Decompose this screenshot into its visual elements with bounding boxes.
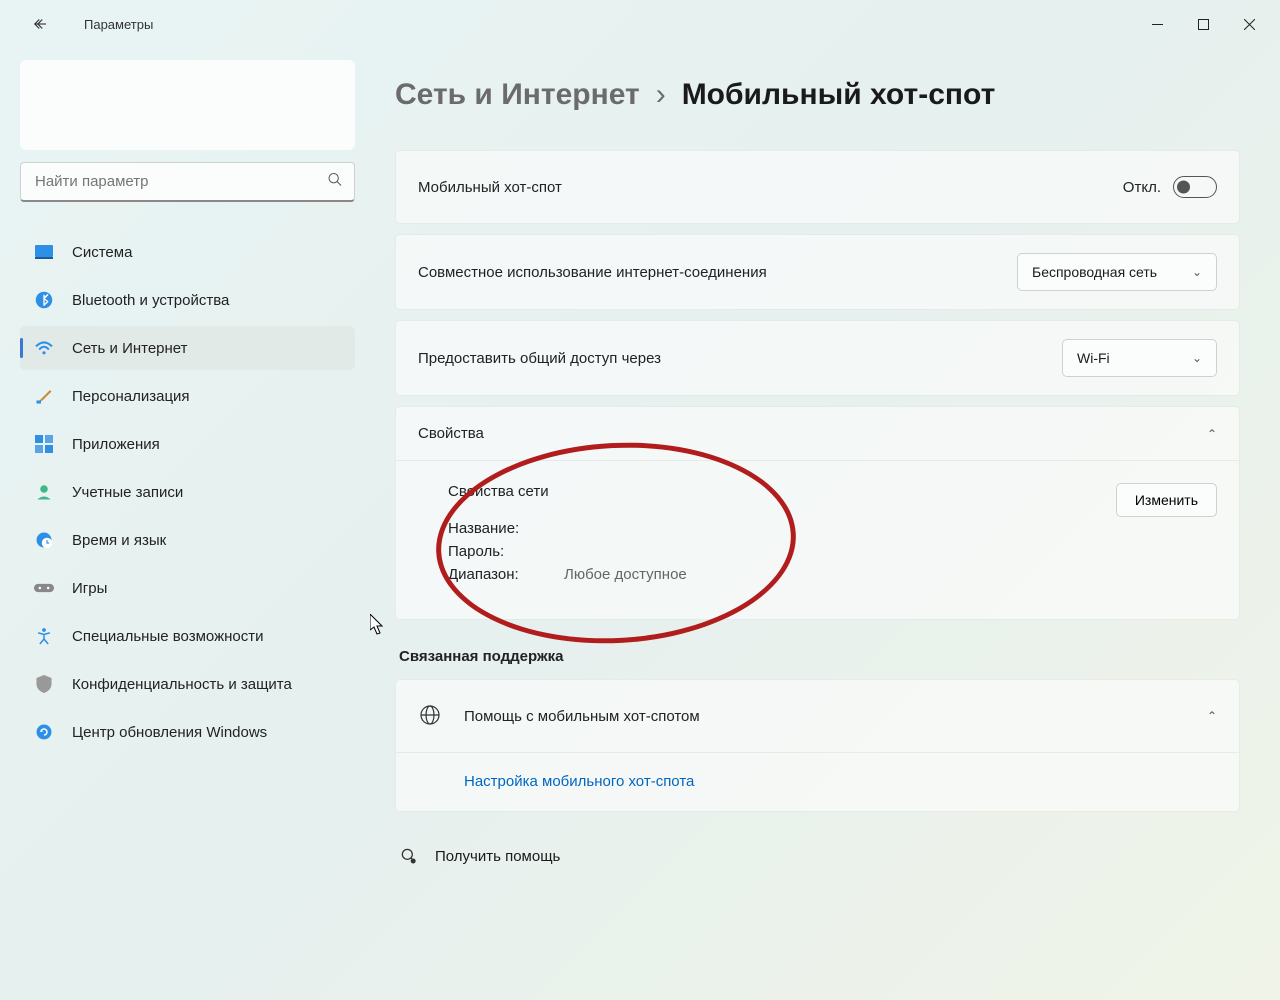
back-button[interactable] — [20, 4, 60, 44]
gamepad-icon — [34, 578, 54, 598]
bluetooth-icon — [34, 290, 54, 310]
share-over-label: Предоставить общий доступ через — [418, 350, 661, 367]
nav-item-time-language[interactable]: Время и язык — [20, 518, 355, 562]
share-from-dropdown[interactable]: Беспроводная сеть ⌄ — [1017, 253, 1217, 291]
content: Сеть и Интернет › Мобильный хот-спот Моб… — [375, 48, 1280, 1000]
cursor-icon — [375, 614, 386, 636]
property-row-name: Название: — [448, 520, 687, 537]
nav-item-accounts[interactable]: Учетные записи — [20, 470, 355, 514]
help-title: Помощь с мобильным хот-спотом — [464, 708, 700, 725]
chevron-down-icon: ⌄ — [1192, 351, 1202, 365]
close-button[interactable] — [1226, 8, 1272, 40]
nav-label: Сеть и Интернет — [72, 340, 188, 357]
help-link[interactable]: Настройка мобильного хот-спота — [464, 773, 694, 790]
maximize-icon — [1198, 19, 1209, 30]
close-icon — [1244, 19, 1255, 30]
dropdown-value: Wi-Fi — [1077, 350, 1110, 366]
nav-label: Приложения — [72, 436, 160, 453]
nav-label: Учетные записи — [72, 484, 183, 501]
share-from-card: Совместное использование интернет-соедин… — [395, 234, 1240, 310]
properties-card: Свойства ⌃ Свойства сети Название: Парол… — [395, 406, 1240, 620]
hotspot-toggle-card: Мобильный хот-спот Откл. — [395, 150, 1240, 224]
sidebar: Система Bluetooth и устройства Сеть и Ин… — [0, 48, 375, 1000]
nav-item-system[interactable]: Система — [20, 230, 355, 274]
nav-label: Система — [72, 244, 132, 261]
shield-icon — [34, 674, 54, 694]
system-icon — [34, 242, 54, 262]
nav-item-windows-update[interactable]: Центр обновления Windows — [20, 710, 355, 754]
nav-label: Центр обновления Windows — [72, 724, 267, 741]
properties-expander[interactable]: Свойства ⌃ — [396, 407, 1239, 460]
chevron-up-icon: ⌃ — [1207, 709, 1217, 723]
nav-item-privacy[interactable]: Конфиденциальность и защита — [20, 662, 355, 706]
dropdown-value: Беспроводная сеть — [1032, 264, 1157, 280]
accessibility-icon — [34, 626, 54, 646]
nav-item-accessibility[interactable]: Специальные возможности — [20, 614, 355, 658]
globe-icon — [418, 703, 444, 729]
help-icon: ? — [399, 846, 419, 866]
nav-item-personalization[interactable]: Персонализация — [20, 374, 355, 418]
related-support-heading: Связанная поддержка — [399, 648, 1240, 665]
property-password-label: Пароль: — [448, 543, 536, 560]
hotspot-toggle-label: Мобильный хот-спот — [418, 179, 562, 196]
nav-label: Bluetooth и устройства — [72, 292, 229, 309]
nav-label: Конфиденциальность и защита — [72, 676, 292, 693]
search-wrap — [20, 162, 355, 202]
arrow-left-icon — [31, 15, 49, 33]
network-properties-heading: Свойства сети — [448, 483, 687, 500]
wifi-icon — [34, 338, 54, 358]
hotspot-toggle-state: Откл. — [1123, 179, 1161, 196]
breadcrumb-parent[interactable]: Сеть и Интернет — [395, 78, 640, 112]
help-link-row: Настройка мобильного хот-спота — [396, 752, 1239, 811]
maximize-button[interactable] — [1180, 8, 1226, 40]
minimize-button[interactable] — [1134, 8, 1180, 40]
nav-item-apps[interactable]: Приложения — [20, 422, 355, 466]
apps-icon — [34, 434, 54, 454]
get-help-label: Получить помощь — [435, 848, 560, 865]
globe-clock-icon — [34, 530, 54, 550]
titlebar: Параметры — [0, 0, 1280, 48]
paintbrush-icon — [34, 386, 54, 406]
minimize-icon — [1152, 19, 1163, 30]
search-icon — [327, 172, 343, 193]
edit-button[interactable]: Изменить — [1116, 483, 1217, 517]
hotspot-toggle[interactable] — [1173, 176, 1217, 198]
nav-item-gaming[interactable]: Игры — [20, 566, 355, 610]
property-band-value: Любое доступное — [564, 566, 687, 583]
properties-body: Свойства сети Название: Пароль: Диапазон… — [396, 460, 1239, 619]
help-card: Помощь с мобильным хот-спотом ⌃ Настройк… — [395, 679, 1240, 812]
share-over-card: Предоставить общий доступ через Wi-Fi ⌄ — [395, 320, 1240, 396]
window-title: Параметры — [84, 17, 153, 32]
search-input[interactable] — [20, 162, 355, 202]
properties-header: Свойства — [418, 425, 484, 442]
person-icon — [34, 482, 54, 502]
property-name-label: Название: — [448, 520, 536, 537]
share-from-label: Совместное использование интернет-соедин… — [418, 264, 767, 281]
nav-list: Система Bluetooth и устройства Сеть и Ин… — [20, 230, 355, 758]
property-row-band: Диапазон: Любое доступное — [448, 566, 687, 583]
share-over-dropdown[interactable]: Wi-Fi ⌄ — [1062, 339, 1217, 377]
user-account-block[interactable] — [20, 60, 355, 150]
update-icon — [34, 722, 54, 742]
property-band-label: Диапазон: — [448, 566, 536, 583]
breadcrumb: Сеть и Интернет › Мобильный хот-спот — [395, 78, 1240, 112]
nav-label: Специальные возможности — [72, 628, 264, 645]
chevron-down-icon: ⌄ — [1192, 265, 1202, 279]
nav-label: Время и язык — [72, 532, 166, 549]
nav-item-network[interactable]: Сеть и Интернет — [20, 326, 355, 370]
nav-label: Игры — [72, 580, 107, 597]
chevron-right-icon: › — [656, 78, 666, 112]
chevron-up-icon: ⌃ — [1207, 427, 1217, 441]
nav-item-bluetooth[interactable]: Bluetooth и устройства — [20, 278, 355, 322]
help-expander[interactable]: Помощь с мобильным хот-спотом ⌃ — [396, 680, 1239, 752]
page-title: Мобильный хот-спот — [682, 78, 996, 112]
property-row-password: Пароль: — [448, 543, 687, 560]
nav-label: Персонализация — [72, 388, 190, 405]
get-help-link[interactable]: ? Получить помощь — [395, 836, 1240, 876]
